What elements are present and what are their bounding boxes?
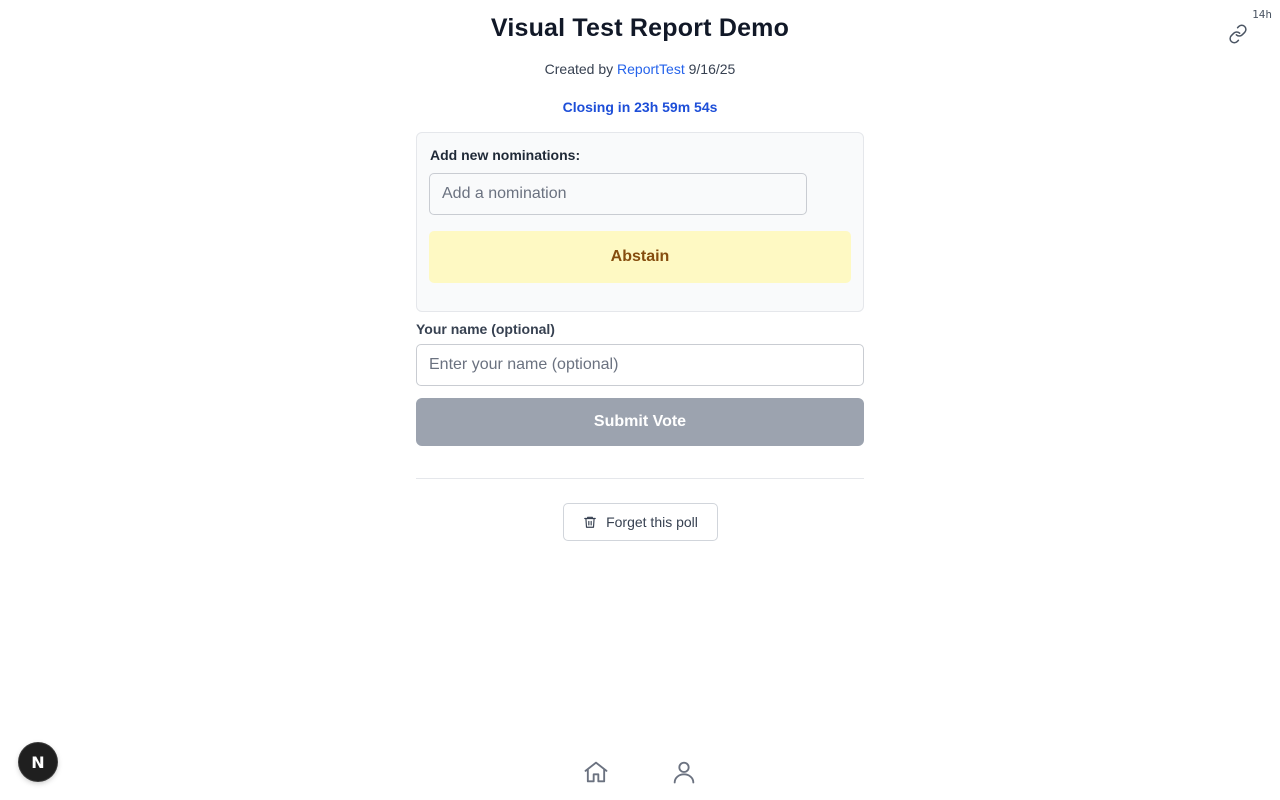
poll-page: 14h Visual Test Report Demo Created by R… bbox=[0, 0, 1280, 800]
nominations-label: Add new nominations: bbox=[430, 147, 581, 163]
nominations-card: Add new nominations: Abstain bbox=[416, 132, 864, 312]
submit-vote-button[interactable]: Submit Vote bbox=[416, 398, 864, 446]
forget-poll-label: Forget this poll bbox=[606, 514, 698, 530]
voter-name-label: Your name (optional) bbox=[416, 321, 555, 337]
dev-tools-badge[interactable]: N bbox=[19, 743, 57, 781]
closing-countdown: Closing in 23h 59m 54s bbox=[562, 99, 718, 115]
abstain-button[interactable]: Abstain bbox=[429, 231, 851, 283]
nomination-input[interactable] bbox=[429, 173, 807, 215]
poll-date: 9/16/25 bbox=[688, 61, 736, 77]
voter-name-input[interactable] bbox=[416, 344, 864, 386]
user-icon[interactable] bbox=[668, 756, 700, 788]
bottom-nav bbox=[580, 756, 700, 788]
section-divider bbox=[416, 478, 864, 479]
created-by-prefix: Created by bbox=[544, 61, 614, 77]
author-link[interactable]: ReportTest bbox=[617, 61, 685, 77]
poll-byline: Created by ReportTest 9/16/25 bbox=[0, 61, 1280, 77]
trash-icon bbox=[583, 515, 597, 529]
forget-poll-button[interactable]: Forget this poll bbox=[563, 503, 718, 541]
home-icon[interactable] bbox=[580, 756, 612, 788]
page-title: Visual Test Report Demo bbox=[490, 14, 790, 42]
